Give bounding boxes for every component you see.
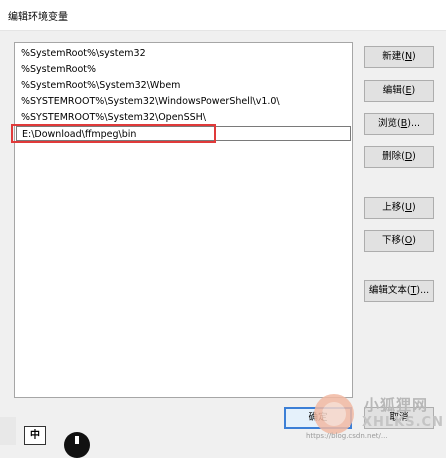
edit-env-var-dialog: 编辑环境变量 %SystemRoot%\system32 %SystemRoot… xyxy=(0,0,446,458)
edit-text-button[interactable]: 编辑文本(T)... xyxy=(364,280,434,302)
path-list[interactable]: %SystemRoot%\system32 %SystemRoot% %Syst… xyxy=(14,42,353,398)
title-bar: 编辑环境变量 xyxy=(0,0,446,31)
new-button[interactable]: 新建(N) xyxy=(364,46,434,68)
dialog-title: 编辑环境变量 xyxy=(8,12,68,23)
cancel-button[interactable]: 取消 xyxy=(364,407,434,429)
list-item[interactable]: %SYSTEMROOT%\System32\OpenSSH\ xyxy=(21,110,206,125)
browse-button-suffix: )... xyxy=(407,118,420,129)
browse-button[interactable]: 浏览(B)... xyxy=(364,113,434,135)
list-item-edit-field[interactable]: E:\Download\ffmpeg\bin xyxy=(16,126,351,141)
edit-button-suffix: ) xyxy=(411,85,416,96)
edit-text-button-suffix: )... xyxy=(416,285,430,296)
move-down-button[interactable]: 下移(O) xyxy=(364,230,434,252)
delete-button-suffix: ) xyxy=(412,151,416,162)
edit-button[interactable]: 编辑(E) xyxy=(364,80,434,102)
move-up-button[interactable]: 上移(U) xyxy=(364,197,434,219)
list-item[interactable]: %SystemRoot%\system32 xyxy=(21,46,146,61)
new-button-suffix: ) xyxy=(412,51,416,62)
move-down-button-suffix: ) xyxy=(412,235,416,246)
move-down-button-label: 下移( xyxy=(382,235,405,246)
new-button-label: 新建( xyxy=(382,51,405,62)
new-button-key: N xyxy=(404,51,413,62)
move-up-button-key: U xyxy=(405,202,412,213)
ok-button[interactable]: 确定 xyxy=(284,407,352,429)
ime-indicator[interactable]: 中 xyxy=(24,426,46,445)
browse-button-label: 浏览( xyxy=(377,118,401,129)
watermark-site: https://blog.csdn.net/... xyxy=(306,432,388,440)
taskbar-app-icon[interactable] xyxy=(64,432,90,458)
taskbar-edge xyxy=(0,417,16,445)
list-item[interactable]: %SystemRoot%\System32\Wbem xyxy=(21,78,180,93)
delete-button[interactable]: 删除(D) xyxy=(364,146,434,168)
list-item[interactable]: %SYSTEMROOT%\System32\WindowsPowerShell\… xyxy=(21,94,280,109)
move-up-button-label: 上移( xyxy=(382,202,406,213)
move-up-button-suffix: ) xyxy=(411,202,416,213)
delete-button-label: 删除( xyxy=(382,151,405,162)
list-item[interactable]: %SystemRoot% xyxy=(21,62,96,77)
edit-text-button-label: 编辑文本( xyxy=(368,285,411,296)
edit-button-label: 编辑( xyxy=(382,85,406,96)
